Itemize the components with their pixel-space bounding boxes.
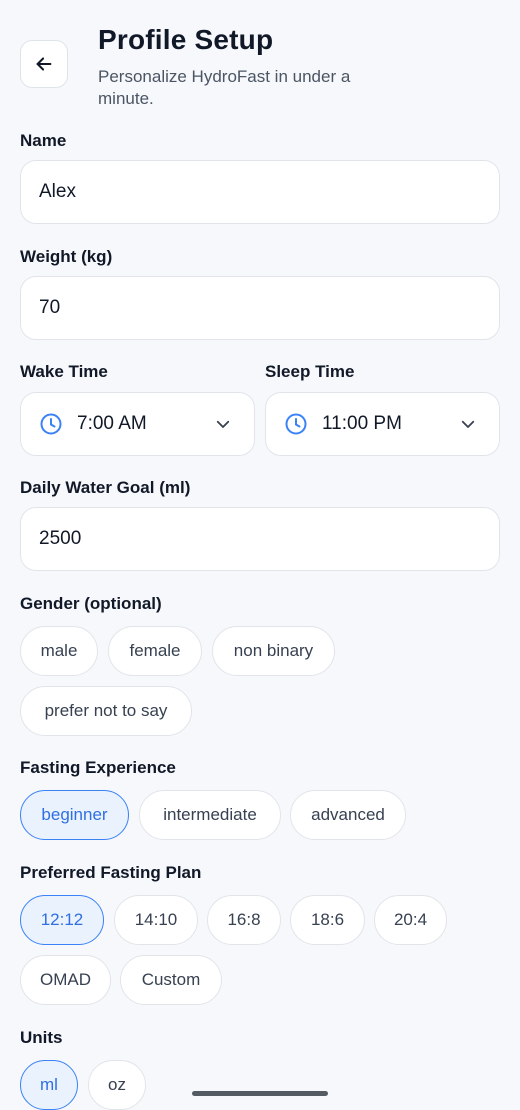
chevron-down-icon	[461, 420, 475, 428]
home-indicator	[192, 1091, 328, 1096]
name-field[interactable]: Alex	[20, 160, 500, 224]
water-goal-value: 2500	[39, 528, 82, 549]
units-label: Units	[20, 1028, 63, 1047]
wake-time-value: 7:00 AM	[77, 413, 147, 434]
chevron-down-icon	[216, 420, 230, 428]
wake-time-label: Wake Time	[20, 362, 108, 381]
page-title: Profile Setup	[98, 24, 274, 55]
experience-option-advanced[interactable]: advanced	[290, 790, 406, 840]
water-goal-label: Daily Water Goal (ml)	[20, 478, 191, 497]
gender-label: Gender (optional)	[20, 594, 162, 613]
weight-field[interactable]: 70	[20, 276, 500, 340]
gender-option-non-binary[interactable]: non binary	[212, 626, 335, 676]
plan-option-custom[interactable]: Custom	[120, 955, 222, 1005]
sleep-time-select[interactable]: 11:00 PM	[265, 392, 500, 456]
plan-option-20-4[interactable]: 20:4	[374, 895, 447, 945]
clock-icon	[285, 413, 307, 435]
units-option-oz[interactable]: oz	[88, 1060, 146, 1110]
back-button[interactable]	[20, 40, 68, 88]
profile-setup-screen: Profile Setup Personalize HydroFast in u…	[0, 0, 520, 1110]
gender-option-female[interactable]: female	[108, 626, 202, 676]
fasting-experience-label: Fasting Experience	[20, 758, 176, 777]
water-goal-field[interactable]: 2500	[20, 507, 500, 571]
weight-label: Weight (kg)	[20, 247, 113, 266]
name-label: Name	[20, 131, 67, 150]
name-value: Alex	[39, 181, 76, 202]
plan-option-16-8[interactable]: 16:8	[207, 895, 281, 945]
clock-icon	[40, 413, 62, 435]
experience-option-beginner[interactable]: beginner	[20, 790, 129, 840]
gender-option-male[interactable]: male	[20, 626, 98, 676]
weight-value: 70	[39, 297, 61, 318]
wake-time-select[interactable]: 7:00 AM	[20, 392, 255, 456]
sleep-time-label: Sleep Time	[265, 362, 355, 381]
plan-option-14-10[interactable]: 14:10	[114, 895, 198, 945]
sleep-time-value: 11:00 PM	[322, 413, 402, 434]
experience-option-intermediate[interactable]: intermediate	[139, 790, 281, 840]
plan-option-18-6[interactable]: 18:6	[290, 895, 365, 945]
plan-option-12-12[interactable]: 12:12	[20, 895, 104, 945]
arrow-left-icon	[36, 57, 52, 71]
units-option-ml[interactable]: ml	[20, 1060, 78, 1110]
fasting-plan-label: Preferred Fasting Plan	[20, 863, 202, 882]
gender-option-prefer-not-to-say[interactable]: prefer not to say	[20, 686, 192, 736]
plan-option-omad[interactable]: OMAD	[20, 955, 111, 1005]
page-subtitle: Personalize HydroFast in under a minute.	[98, 67, 351, 108]
